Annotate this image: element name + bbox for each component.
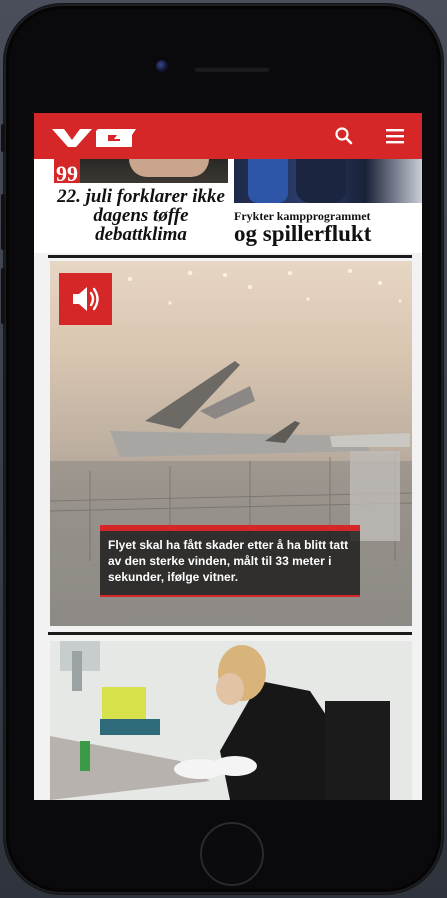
teaser-left-face	[129, 159, 209, 177]
quote-badge: 99	[54, 159, 80, 186]
top-navigation-bar	[34, 113, 422, 159]
home-button[interactable]	[200, 822, 264, 886]
vg-logo[interactable]	[52, 126, 138, 148]
section-divider	[48, 255, 412, 258]
player-figure	[296, 159, 346, 203]
teaser-right-headline[interactable]: og spillerflukt	[234, 221, 422, 247]
section-divider	[48, 632, 412, 635]
volume-up-button	[1, 194, 5, 250]
sound-toggle-button[interactable]	[59, 273, 112, 325]
front-camera	[156, 60, 168, 72]
mute-switch	[1, 124, 5, 152]
article-photo-image	[50, 641, 412, 800]
article-photo[interactable]	[50, 641, 412, 800]
teaser-left-headline[interactable]: 22. juli forklarer ikke dagens tøffe deb…	[54, 187, 228, 244]
caption-bottom-line	[100, 595, 360, 597]
volume-down-button	[1, 268, 5, 324]
hamburger-menu-icon[interactable]	[384, 125, 406, 147]
search-icon[interactable]	[334, 126, 354, 146]
video-player[interactable]: Flyet skal ha fått skader etter å ha bli…	[50, 261, 412, 626]
teaser-row: 99 22. juli forklarer ikke dagens tøffe …	[34, 159, 422, 253]
teaser-left-image	[54, 159, 228, 183]
earpiece-speaker	[194, 66, 270, 72]
speaker-volume-icon	[73, 287, 99, 311]
screen: 99 22. juli forklarer ikke dagens tøffe …	[34, 113, 422, 800]
video-caption: Flyet skal ha fått skader etter å ha bli…	[100, 531, 360, 595]
player-figure	[248, 159, 288, 203]
